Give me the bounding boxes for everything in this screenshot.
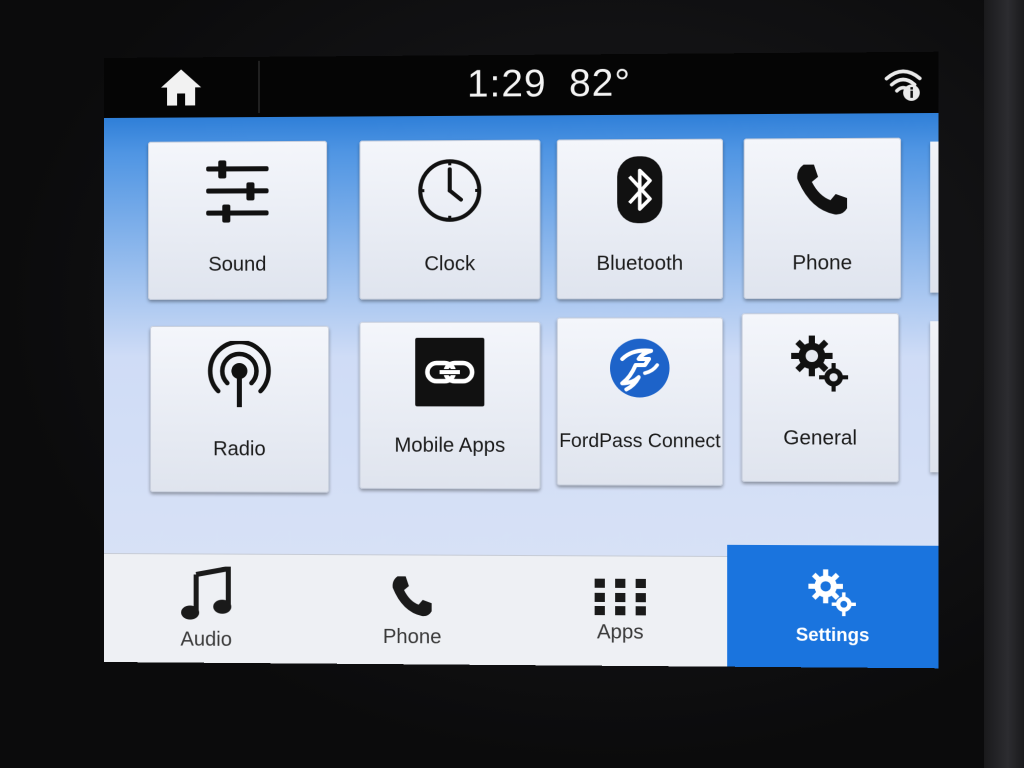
radio-icon — [207, 341, 271, 411]
phone-icon — [791, 158, 853, 219]
tile-phone[interactable]: Phone — [744, 138, 901, 299]
tile-radio[interactable]: Radio — [150, 326, 329, 493]
apps-grid: Sound Clock Bluetooth Phone Radio Mobile… — [104, 113, 939, 557]
grid-icon — [595, 579, 646, 616]
tile-mobile-apps[interactable]: Mobile Apps — [359, 322, 540, 490]
nav-label: Apps — [597, 621, 644, 645]
next-page-tile-edge[interactable] — [930, 142, 938, 293]
nav-audio[interactable]: Audio — [104, 554, 309, 665]
gears-icon — [807, 568, 859, 619]
next-page-tile-edge[interactable] — [930, 321, 938, 472]
clock-icon — [414, 155, 485, 226]
sliders-icon — [202, 156, 272, 227]
tile-label: Mobile Apps — [394, 435, 505, 458]
nav-label: Audio — [181, 629, 232, 652]
home-icon — [159, 67, 203, 107]
tile-clock[interactable]: Clock — [359, 140, 540, 300]
wifi-info-icon — [882, 66, 924, 103]
tile-label: General — [783, 427, 857, 451]
status-bar: 1:29 82° — [104, 52, 939, 118]
tile-label: Bluetooth — [596, 252, 683, 276]
bottom-navigation: Audio Phone Apps Settings — [104, 553, 939, 668]
tile-label: Sound — [208, 254, 266, 277]
tile-fordpass-connect[interactable]: FordPass Connect — [557, 317, 723, 486]
phone-icon — [388, 571, 437, 620]
tile-label: FordPass Connect — [559, 431, 720, 454]
tile-label: Phone — [792, 252, 852, 276]
touch-screen: 1:29 82° Sound Clock Bluetooth Phone Rad… — [104, 52, 939, 669]
tile-bluetooth[interactable]: Bluetooth — [557, 139, 723, 300]
wifi-status-button[interactable] — [882, 66, 924, 103]
tile-label: Clock — [424, 253, 475, 276]
link-icon — [413, 336, 486, 409]
bezel-edge — [984, 0, 1024, 768]
gears-icon — [789, 334, 851, 395]
status-divider — [258, 61, 259, 113]
home-button[interactable] — [156, 65, 206, 109]
nav-apps[interactable]: Apps — [516, 556, 725, 668]
tile-label: Radio — [213, 438, 266, 461]
fordpass-icon — [608, 337, 672, 400]
clock-temperature: 1:29 82° — [467, 62, 631, 107]
music-note-icon — [180, 566, 232, 622]
tile-general[interactable]: General — [742, 313, 899, 482]
nav-phone[interactable]: Phone — [309, 555, 516, 666]
nav-label: Settings — [796, 624, 870, 646]
status-temperature: 82° — [569, 62, 631, 106]
bluetooth-icon — [615, 154, 664, 225]
nav-label: Phone — [383, 626, 442, 650]
status-time: 1:29 — [467, 63, 546, 107]
nav-settings[interactable]: Settings — [727, 545, 938, 668]
tile-sound[interactable]: Sound — [148, 141, 327, 300]
